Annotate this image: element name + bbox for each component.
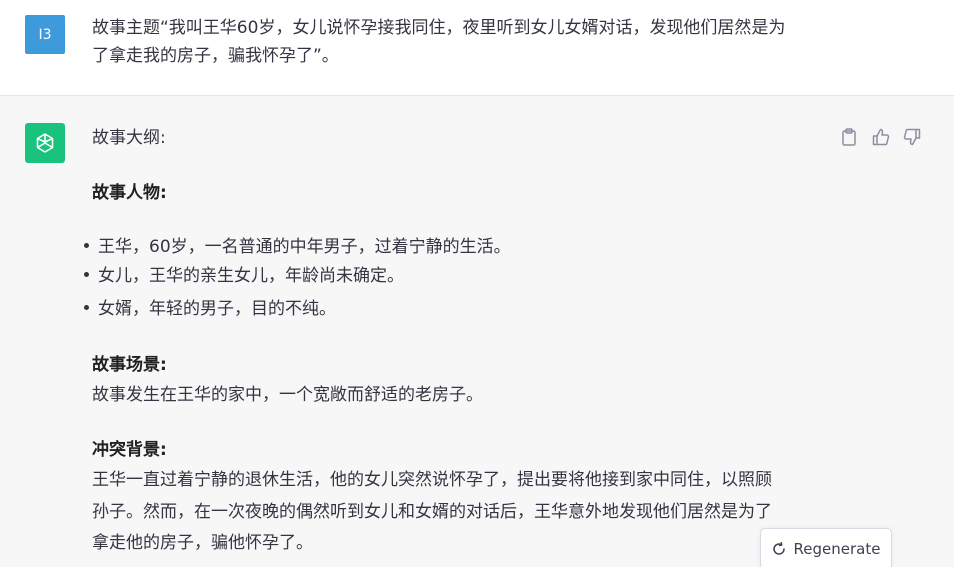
- user-message-text: 故事主题“我叫王华60岁，女儿说怀孕接我同住，夜里听到女儿女婿对话，发现他们居然…: [92, 14, 832, 70]
- chat-page: I3 故事主题“我叫王华60岁，女儿说怀孕接我同住，夜里听到女儿女婿对话，发现他…: [0, 0, 954, 567]
- scene-text: 故事发生在王华的家中，一个宽敞而舒适的老房子。: [92, 385, 483, 405]
- conflict-line: 王华一直过着宁静的退休生活，他的女儿突然说怀孕了，提出要将他接到家中同住，以照顾: [92, 470, 772, 490]
- conflict-line: 拿走他的房子，骗他怀孕了。: [92, 533, 313, 553]
- thumbs-up-icon[interactable]: [870, 126, 892, 148]
- scene-heading: 故事场景:: [92, 355, 167, 375]
- message-actions: [838, 126, 928, 148]
- bullet: [84, 305, 89, 310]
- regenerate-label: Regenerate: [793, 540, 881, 558]
- characters-heading: 故事人物:: [92, 183, 167, 203]
- character-item: 王华，60岁，一名普通的中年男子，过着宁静的生活。: [98, 237, 511, 257]
- refresh-icon: [772, 542, 785, 555]
- user-message-line: 故事主题“我叫王华60岁，女儿说怀孕接我同住，夜里听到女儿女婿对话，发现他们居然…: [92, 18, 786, 38]
- chatgpt-logo-icon: [25, 123, 65, 163]
- outline-intro: 故事大纲:: [92, 128, 166, 148]
- assistant-message-row: 故事大纲: 故事人物: 王华，60岁，一名普通的中年男子，过着宁静的生活。 女儿…: [0, 96, 954, 567]
- bullet: [84, 272, 89, 277]
- bullet: [84, 243, 89, 248]
- user-avatar-label: I3: [38, 26, 52, 43]
- conflict-line: 孙子。然而，在一次夜晚的偶然听到女儿和女婿的对话后，王华意外地发现他们居然是为了: [92, 502, 772, 522]
- user-message-line: 了拿走我的房子，骗我怀孕了”。: [92, 46, 339, 66]
- character-item: 女婿，年轻的男子，目的不纯。: [98, 299, 336, 319]
- thumbs-down-icon[interactable]: [901, 126, 923, 148]
- conflict-heading: 冲突背景:: [92, 440, 167, 460]
- clipboard-icon[interactable]: [838, 126, 860, 148]
- user-avatar: I3: [25, 15, 65, 54]
- user-message-row: I3 故事主题“我叫王华60岁，女儿说怀孕接我同住，夜里听到女儿女婿对话，发现他…: [0, 0, 954, 96]
- regenerate-button[interactable]: Regenerate: [760, 528, 892, 567]
- character-item: 女儿，王华的亲生女儿，年龄尚未确定。: [98, 266, 404, 286]
